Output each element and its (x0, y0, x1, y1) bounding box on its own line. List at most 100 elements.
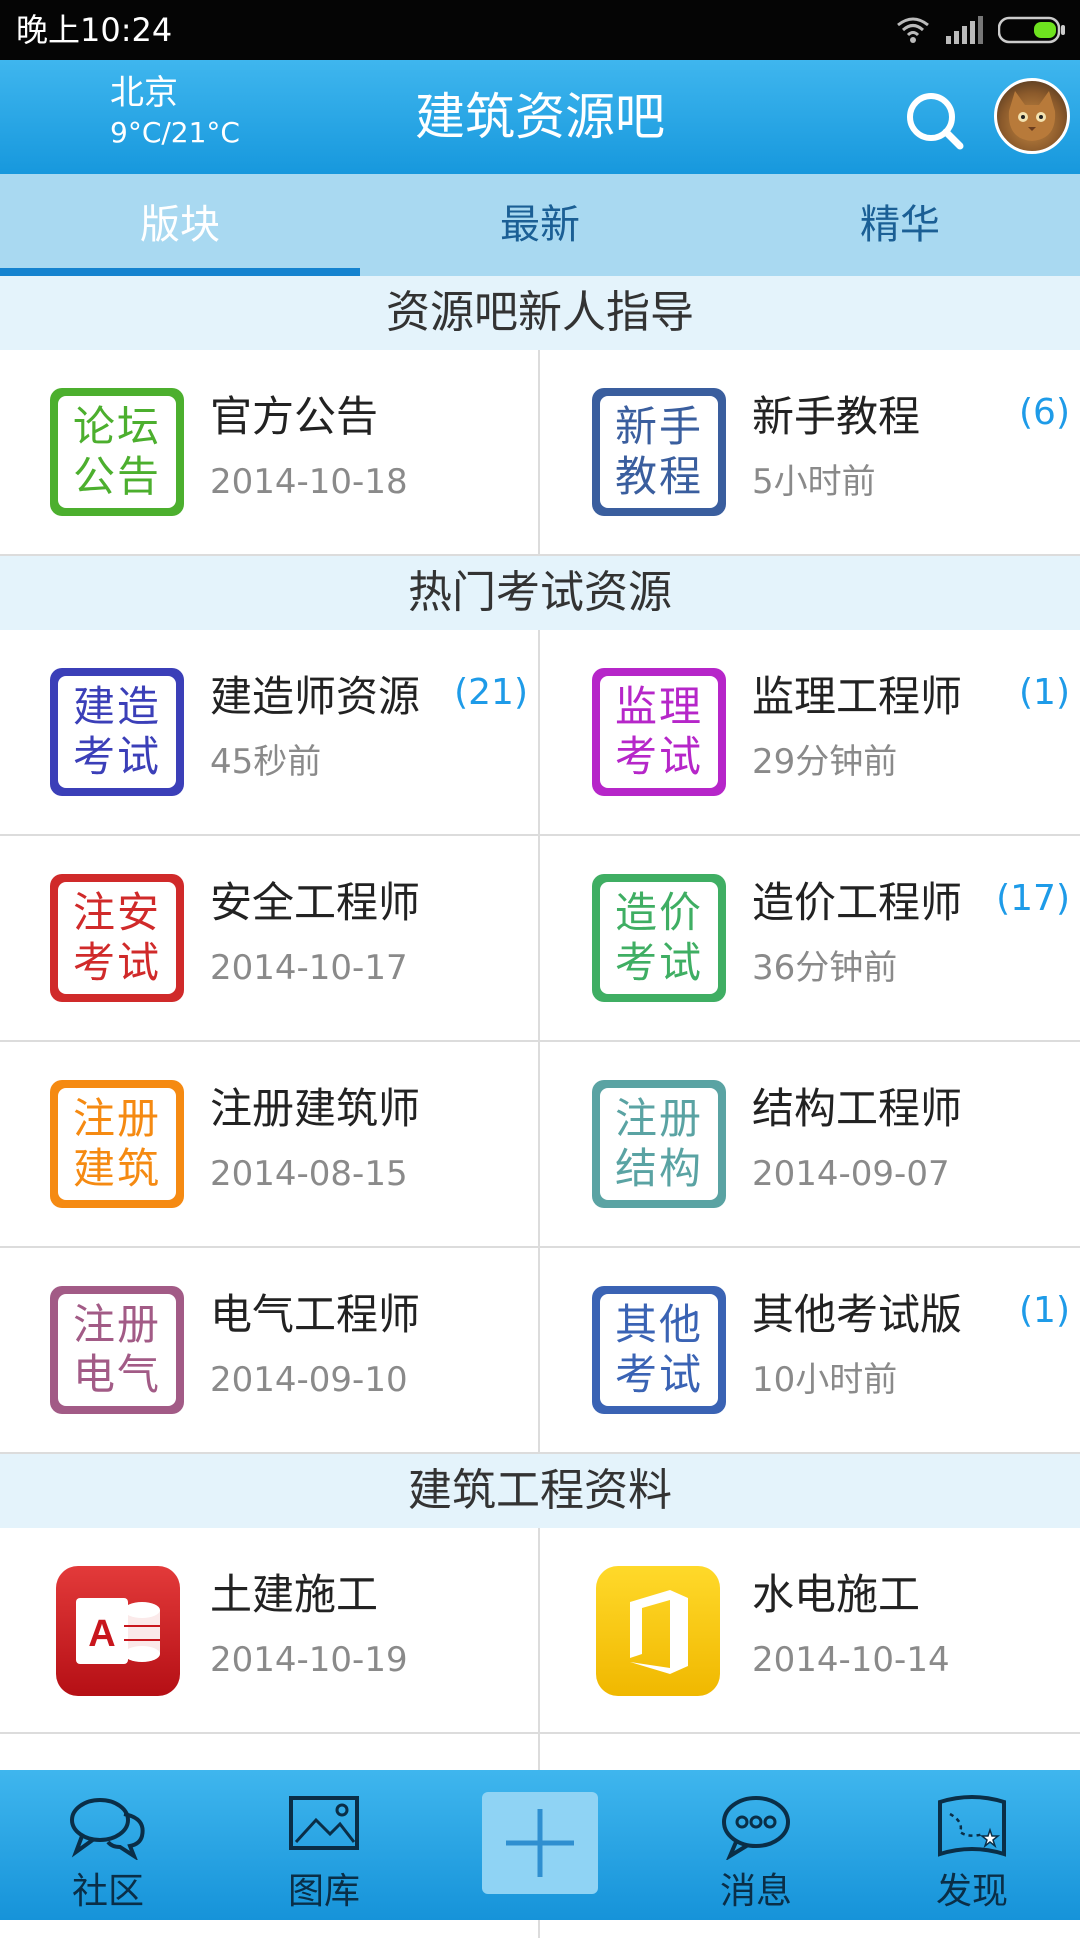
board-name: 造价工程师 (752, 878, 963, 927)
board-item-structural-engineer[interactable]: 注册 结构 结构工程师 2014-09-07 (540, 1042, 1080, 1246)
board-new-count: (6) (1019, 392, 1070, 433)
tile-text-line: 结构 (614, 1144, 703, 1193)
access-glyph: A (76, 1598, 160, 1664)
office-glyph (630, 1590, 688, 1674)
board-grid-newcomer: 论坛 公告 官方公告 2014-10-18 新手 教程 新手教程 5小时前 (6) (0, 350, 1080, 556)
board-item-electrical-engineer[interactable]: 注册 电气 电气工程师 2014-09-10 (0, 1248, 540, 1452)
nav-label: 发现 (935, 1871, 1008, 1912)
bottom-nav: 社区 图库 消息 发现 (0, 1770, 1080, 1920)
board-tile-icon: 注册 结构 (592, 1080, 726, 1208)
tab-bar: 版块 最新 精华 (0, 174, 1080, 276)
board-last-update: 2014-10-17 (210, 948, 408, 988)
board-tile-icon: 监理 考试 (592, 668, 726, 796)
tile-text-line: 教程 (614, 452, 703, 501)
tab-latest[interactable]: 最新 (360, 174, 720, 276)
board-last-update: 2014-09-10 (210, 1360, 408, 1400)
tile-text-line: 造价 (614, 888, 703, 937)
section-title-exams: 热门考试资源 (0, 556, 1080, 630)
board-item-civil-construction[interactable]: A 土建施工 2014-10-19 (0, 1528, 540, 1732)
search-button[interactable] (902, 88, 966, 152)
tile-text-line: 考试 (614, 938, 703, 987)
board-item-constructor[interactable]: 建造 考试 建造师资源 45秒前 (21) (0, 630, 540, 834)
nav-messages[interactable]: 消息 (648, 1770, 864, 1920)
board-last-update: 10小时前 (752, 1360, 898, 1400)
board-last-update: 5小时前 (752, 462, 876, 502)
tile-text-line: 电气 (72, 1350, 161, 1399)
nav-discover[interactable]: 发现 (864, 1770, 1080, 1920)
tile-text-line: 监理 (614, 682, 703, 731)
board-name: 官方公告 (210, 392, 379, 441)
board-item-official-notice[interactable]: 论坛 公告 官方公告 2014-10-18 (0, 350, 540, 554)
board-new-count: (17) (996, 878, 1070, 919)
board-tile-icon: 新手 教程 (592, 388, 726, 516)
section-title-materials: 建筑工程资料 (0, 1454, 1080, 1528)
board-last-update: 2014-10-18 (210, 462, 408, 502)
board-item-plumbing-electrical[interactable]: 水电施工 2014-10-14 (540, 1528, 1080, 1732)
board-item-tutorial[interactable]: 新手 教程 新手教程 5小时前 (6) (540, 350, 1080, 554)
board-name: 监理工程师 (752, 672, 963, 721)
board-row: 建造 考试 建造师资源 45秒前 (21) 监理 考试 监理工程师 29分钟前 (1… (0, 630, 1080, 836)
tile-text-line: 注安 (72, 888, 161, 937)
avatar[interactable] (994, 78, 1070, 154)
office-app-icon (596, 1566, 720, 1696)
plus-icon (506, 1809, 574, 1877)
search-icon (907, 93, 964, 150)
board-row: 注安 考试 安全工程师 2014-10-17 造价 考试 造价工程师 36分钟前 (… (0, 836, 1080, 1042)
nav-post[interactable] (432, 1770, 648, 1920)
wifi-icon (897, 17, 929, 43)
nav-gallery[interactable]: 图库 (216, 1770, 432, 1920)
nav-community[interactable]: 社区 (0, 1770, 216, 1920)
tile-text-line: 考试 (72, 938, 161, 987)
tile-text-line: 新手 (614, 402, 703, 451)
board-item-cost-engineer[interactable]: 造价 考试 造价工程师 36分钟前 (17) (540, 836, 1080, 1040)
status-bar: 晚上10:24 (0, 0, 1080, 60)
picture-icon (289, 1796, 359, 1850)
board-item-supervisor[interactable]: 监理 考试 监理工程师 29分钟前 (1) (540, 630, 1080, 834)
board-tile-icon: 造价 考试 (592, 874, 726, 1002)
board-tile-icon: 论坛 公告 (50, 388, 184, 516)
nav-label: 社区 (71, 1871, 144, 1912)
tile-text-line: 考试 (614, 732, 703, 781)
map-icon (938, 1795, 1006, 1857)
board-new-count: (21) (454, 672, 528, 713)
tile-text-line: 考试 (614, 1350, 703, 1399)
tab-featured[interactable]: 精华 (720, 174, 1080, 276)
board-item-safety-engineer[interactable]: 注安 考试 安全工程师 2014-10-17 (0, 836, 540, 1040)
tile-text-line: 论坛 (72, 402, 161, 451)
board-new-count: (1) (1019, 1290, 1070, 1331)
message-icon (722, 1796, 790, 1860)
new-post-button[interactable] (482, 1792, 598, 1894)
board-item-registered-architect[interactable]: 注册 建筑 注册建筑师 2014-08-15 (0, 1042, 540, 1246)
board-name: 结构工程师 (752, 1084, 963, 1133)
board-tile-icon: 注册 电气 (50, 1286, 184, 1414)
board-tile-icon: 其他 考试 (592, 1286, 726, 1414)
tile-text-line: 注册 (614, 1094, 703, 1143)
board-last-update: 29分钟前 (752, 742, 898, 782)
tile-text-line: 其他 (614, 1300, 703, 1349)
board-name: 安全工程师 (210, 878, 421, 927)
board-tile-icon: 建造 考试 (50, 668, 184, 796)
board-row: A 土建施工 2014-10-19 水电施工 2014-10-14 (0, 1528, 1080, 1734)
board-name: 水电施工 (752, 1570, 921, 1619)
board-name: 新手教程 (752, 392, 921, 441)
board-last-update: 36分钟前 (752, 948, 898, 988)
nav-label: 消息 (719, 1871, 792, 1912)
tile-text-line: 公告 (72, 452, 161, 501)
board-last-update: 45秒前 (210, 742, 322, 782)
tab-boards[interactable]: 版块 (0, 174, 360, 276)
board-last-update: 2014-08-15 (210, 1154, 408, 1194)
tile-text-line: 考试 (72, 732, 161, 781)
section-title-newcomer: 资源吧新人指导 (0, 276, 1080, 350)
board-item-other-exams[interactable]: 其他 考试 其他考试版 10小时前 (1) (540, 1248, 1080, 1452)
board-name: 土建施工 (210, 1570, 379, 1619)
status-icons (896, 12, 1066, 48)
board-name: 电气工程师 (210, 1290, 421, 1339)
board-tile-icon: 注安 考试 (50, 874, 184, 1002)
board-last-update: 2014-09-07 (752, 1154, 950, 1194)
board-name: 其他考试版 (752, 1290, 963, 1339)
board-last-update: 2014-10-19 (210, 1640, 408, 1680)
board-name: 建造师资源 (210, 672, 421, 721)
board-row: 注册 电气 电气工程师 2014-09-10 其他 考试 其他考试版 10小时前 (… (0, 1248, 1080, 1454)
tile-text-line: 建筑 (72, 1144, 161, 1193)
battery-icon (998, 16, 1065, 44)
